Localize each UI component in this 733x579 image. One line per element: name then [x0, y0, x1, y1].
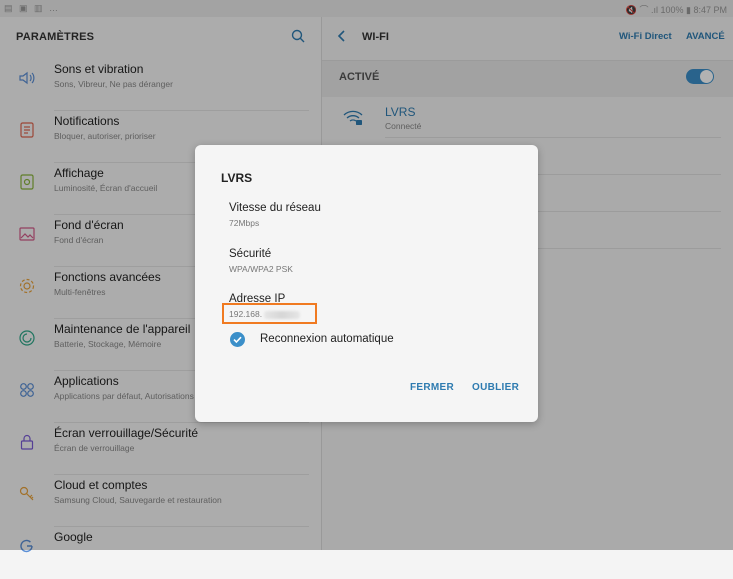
forget-button[interactable]: OUBLIER [472, 382, 519, 393]
speed-label: Vitesse du réseau [229, 202, 321, 214]
ip-highlight-box [222, 303, 317, 324]
auto-reconnect-checkbox[interactable] [230, 332, 245, 347]
auto-reconnect-label: Reconnexion automatique [260, 333, 394, 345]
security-value: WPA/WPA2 PSK [229, 264, 293, 274]
speed-value: 72Mbps [229, 218, 260, 228]
close-button[interactable]: FERMER [410, 382, 454, 393]
security-label: Sécurité [229, 248, 272, 260]
dialog-title: LVRS [221, 171, 253, 185]
network-details-dialog: LVRS Vitesse du réseau 72Mbps Sécurité W… [195, 145, 538, 422]
